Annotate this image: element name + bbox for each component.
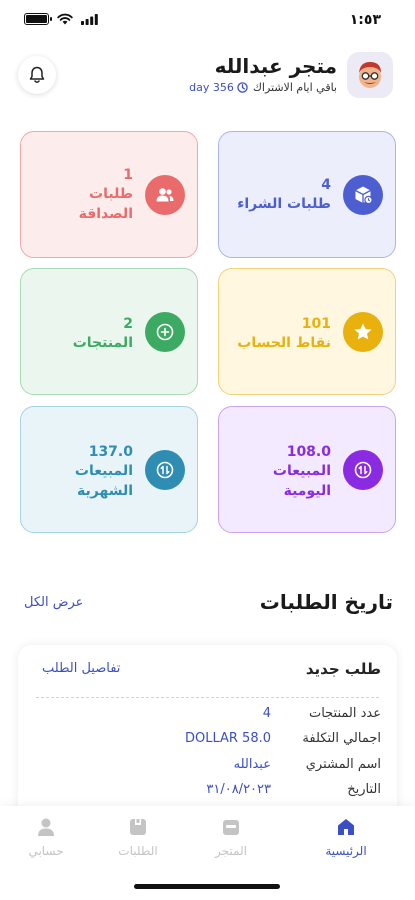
stat-value: 4: [321, 177, 331, 193]
daily-sales-card[interactable]: 108.0 المبيعات اليومية: [218, 406, 396, 533]
header: متجر عبدالله باقي ايام الاشتراك day 356: [0, 44, 415, 108]
order-row: عدد المنتجات 4: [18, 706, 397, 728]
order-title: طلب جديد: [305, 660, 381, 678]
stat-value: 1: [123, 167, 133, 183]
signal-icon: [81, 13, 98, 25]
order-row: اسم المشتري عبدالله: [18, 757, 397, 779]
subscription-days-value: day 356: [189, 81, 234, 94]
stat-label-line2: الصداقة: [78, 206, 133, 222]
stat-label: نقاط الحساب: [237, 335, 331, 351]
stat-value: 101: [301, 316, 331, 332]
row-label: عدد المنتجات: [308, 706, 381, 721]
row-value: DOLLAR 58.0: [184, 731, 271, 746]
nav-item-store[interactable]: المتجر: [191, 816, 271, 858]
home-indicator: [134, 884, 280, 889]
store-name: متجر عبدالله: [214, 54, 337, 78]
monthly-sales-card[interactable]: 137.0 المبيعات الشهرية: [20, 406, 198, 533]
row-label: اجمالي التكلفة: [302, 731, 381, 746]
stat-value: 2: [123, 316, 133, 332]
stat-label: المبيعات: [272, 463, 331, 479]
nav-item-account[interactable]: حسابي: [6, 816, 86, 858]
avatar-face-icon: [359, 62, 381, 88]
row-label: اسم المشتري: [305, 757, 381, 772]
notifications-button[interactable]: [18, 56, 56, 94]
avatar[interactable]: [347, 52, 393, 98]
subscription-line: باقي ايام الاشتراك day 356: [189, 81, 337, 94]
nav-label: المتجر: [215, 844, 247, 858]
subscription-days: day 356: [189, 81, 248, 94]
stat-label: المبيعات: [74, 463, 133, 479]
nav-label: الرئيسية: [325, 844, 367, 858]
users-icon: [145, 175, 185, 215]
user-icon: [38, 818, 54, 836]
home-icon: [338, 819, 354, 835]
plus-circle-icon: [145, 312, 185, 352]
account-points-card[interactable]: 101 نقاط الحساب: [218, 268, 396, 395]
order-row: اجمالي التكلفة DOLLAR 58.0: [18, 731, 397, 753]
nav-item-orders[interactable]: الطلبات: [98, 816, 178, 858]
status-time: ١:٥٣: [349, 12, 381, 28]
stat-value: 137.0: [88, 444, 133, 460]
store-icon: [223, 820, 239, 835]
nav-item-home[interactable]: الرئيسية: [306, 816, 386, 858]
row-value: ٣١/٠٨/٢٠٢٣: [206, 782, 271, 797]
order-details-link[interactable]: تفاصيل الطلب: [42, 661, 120, 676]
orders-icon: [130, 819, 146, 835]
stat-label: طلبات الشراء: [237, 196, 331, 212]
stat-label-line2: الشهرية: [77, 483, 133, 499]
status-icons: [24, 13, 98, 25]
purchase-requests-card[interactable]: 4 طلبات الشراء: [218, 131, 396, 258]
nav-label: الطلبات: [118, 844, 158, 858]
friend-requests-card[interactable]: 1 طلبات الصداقة: [20, 131, 198, 258]
nav-label: حسابي: [28, 844, 64, 858]
sort-arrows-icon: [343, 450, 383, 490]
order-row: التاريخ ٣١/٠٨/٢٠٢٣: [18, 782, 397, 804]
row-label: التاريخ: [347, 782, 381, 797]
stat-label: المنتجات: [72, 335, 133, 351]
wifi-icon: [57, 13, 73, 25]
divider: [36, 697, 379, 698]
star-icon: [343, 312, 383, 352]
stat-label: طلبات: [89, 186, 133, 202]
row-value: عبدالله: [233, 757, 271, 772]
bell-icon: [29, 66, 45, 83]
stat-label-line2: اليومية: [283, 483, 331, 499]
products-card[interactable]: 2 المنتجات: [20, 268, 198, 395]
box-icon: [343, 175, 383, 215]
battery-icon: [24, 13, 52, 25]
orders-history-title: تاريخ الطلبات: [259, 590, 393, 614]
sort-arrows-icon: [145, 450, 185, 490]
subscription-label: باقي ايام الاشتراك: [252, 81, 337, 94]
status-bar: ١:٥٣: [0, 0, 415, 42]
stat-value: 108.0: [286, 444, 331, 460]
clock-icon: [237, 82, 248, 93]
view-all-link[interactable]: عرض الكل: [24, 595, 83, 610]
row-value: 4: [262, 706, 271, 721]
